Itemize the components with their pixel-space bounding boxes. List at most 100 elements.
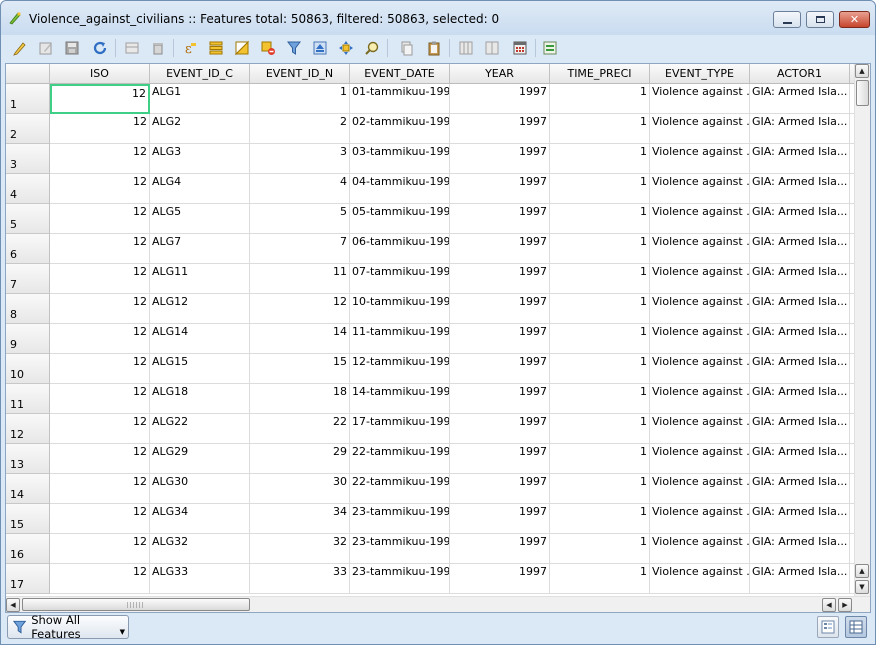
- cell-year[interactable]: 1997: [450, 114, 550, 144]
- cell-event-type[interactable]: Violence against ...: [650, 504, 750, 534]
- cell-iso[interactable]: 12: [50, 564, 150, 594]
- select-by-expression-button[interactable]: ε: [179, 37, 201, 59]
- cell-event-date[interactable]: 10-tammikuu-1997: [350, 294, 450, 324]
- cell-event-id-c[interactable]: ALG14: [150, 324, 250, 354]
- table-row[interactable]: 17 12 ALG33 33 23-tammikuu-1997 1997 1 Violence…: [6, 564, 854, 594]
- cell-event-type[interactable]: Violence against ...: [650, 294, 750, 324]
- cell-year[interactable]: 1997: [450, 174, 550, 204]
- cell-event-id-n[interactable]: 2: [250, 114, 350, 144]
- cell-event-type[interactable]: Violence against ...: [650, 534, 750, 564]
- cell-event-type[interactable]: Violence against ...: [650, 114, 750, 144]
- scroll-up-button-lower[interactable]: ▲: [855, 564, 869, 578]
- cell-event-id-n[interactable]: 12: [250, 294, 350, 324]
- cell-time-preci[interactable]: 1: [550, 114, 650, 144]
- table-corner-button[interactable]: [6, 64, 50, 84]
- delete-selected-button[interactable]: [147, 37, 169, 59]
- table-row[interactable]: 5 12 ALG5 5 05-tammikuu-1997 1997 1 Violence ag…: [6, 204, 854, 234]
- cell-time-preci[interactable]: 1: [550, 324, 650, 354]
- table-row[interactable]: 12 12 ALG22 22 17-tammikuu-1997 1997 1 Violence…: [6, 414, 854, 444]
- cell-time-preci[interactable]: 1: [550, 294, 650, 324]
- cell-actor1[interactable]: GIA: Armed Isla...: [750, 114, 850, 144]
- cell-event-type[interactable]: Violence against ...: [650, 384, 750, 414]
- cell-iso[interactable]: 12: [50, 264, 150, 294]
- cell-year[interactable]: 1997: [450, 234, 550, 264]
- deselect-all-button[interactable]: [257, 37, 279, 59]
- cell-event-id-n[interactable]: 3: [250, 144, 350, 174]
- cell-event-type[interactable]: Violence against ...: [650, 414, 750, 444]
- cell-time-preci[interactable]: 1: [550, 144, 650, 174]
- cell-year[interactable]: 1997: [450, 204, 550, 234]
- scroll-left-button-right[interactable]: ◀: [822, 598, 836, 612]
- cell-event-date[interactable]: 05-tammikuu-1997: [350, 204, 450, 234]
- cell-event-date[interactable]: 14-tammikuu-1997: [350, 384, 450, 414]
- cell-event-id-n[interactable]: 1: [250, 84, 350, 114]
- close-button[interactable]: ✕: [839, 11, 870, 28]
- row-header[interactable]: 4: [6, 174, 50, 204]
- cell-time-preci[interactable]: 1: [550, 234, 650, 264]
- column-header-event-type[interactable]: EVENT_TYPE: [650, 64, 750, 84]
- cell-actor1[interactable]: GIA: Armed Isla...: [750, 144, 850, 174]
- cell-event-date[interactable]: 12-tammikuu-1997: [350, 354, 450, 384]
- toggle-editing-button[interactable]: [9, 37, 31, 59]
- vertical-scroll-thumb[interactable]: [856, 80, 869, 106]
- column-header-time-preci[interactable]: TIME_PRECI: [550, 64, 650, 84]
- cell-event-type[interactable]: Violence against ...: [650, 564, 750, 594]
- copy-rows-button[interactable]: [395, 37, 417, 59]
- cell-event-id-c[interactable]: ALG4: [150, 174, 250, 204]
- cell-event-id-c[interactable]: ALG15: [150, 354, 250, 384]
- cell-iso[interactable]: 12: [50, 114, 150, 144]
- cell-event-date[interactable]: 03-tammikuu-1997: [350, 144, 450, 174]
- cell-actor1[interactable]: GIA: Armed Isla...: [750, 204, 850, 234]
- cell-event-date[interactable]: 22-tammikuu-1997: [350, 474, 450, 504]
- cell-actor1[interactable]: GIA: Armed Isla...: [750, 504, 850, 534]
- cell-time-preci[interactable]: 1: [550, 204, 650, 234]
- save-edits-button[interactable]: [61, 37, 83, 59]
- multi-edit-button[interactable]: [35, 37, 57, 59]
- cell-iso[interactable]: 12: [50, 504, 150, 534]
- delete-field-button[interactable]: [481, 37, 503, 59]
- table-row[interactable]: 16 12 ALG32 32 23-tammikuu-1997 1997 1 Violence…: [6, 534, 854, 564]
- cell-event-type[interactable]: Violence against ...: [650, 84, 750, 114]
- cell-event-id-c[interactable]: ALG5: [150, 204, 250, 234]
- field-calculator-button[interactable]: [509, 37, 531, 59]
- column-header-event-id-c[interactable]: EVENT_ID_C: [150, 64, 250, 84]
- zoom-to-selection-button[interactable]: [361, 37, 383, 59]
- cell-event-id-c[interactable]: ALG3: [150, 144, 250, 174]
- pan-to-selection-button[interactable]: [335, 37, 357, 59]
- cell-time-preci[interactable]: 1: [550, 264, 650, 294]
- cell-actor1[interactable]: GIA: Armed Isla...: [750, 234, 850, 264]
- cell-time-preci[interactable]: 1: [550, 354, 650, 384]
- vertical-scrollbar[interactable]: ▲ ▲ ▼: [854, 64, 870, 596]
- column-header-year[interactable]: YEAR: [450, 64, 550, 84]
- scroll-up-button[interactable]: ▲: [855, 64, 869, 78]
- cell-event-type[interactable]: Violence against ...: [650, 174, 750, 204]
- paste-features-button[interactable]: [423, 37, 445, 59]
- column-header-event-id-n[interactable]: EVENT_ID_N: [250, 64, 350, 84]
- new-field-button[interactable]: [455, 37, 477, 59]
- cell-event-id-c[interactable]: ALG29: [150, 444, 250, 474]
- cell-event-id-n[interactable]: 33: [250, 564, 350, 594]
- cell-year[interactable]: 1997: [450, 504, 550, 534]
- row-header[interactable]: 14: [6, 474, 50, 504]
- scroll-right-button[interactable]: ▶: [838, 598, 852, 612]
- row-header[interactable]: 5: [6, 204, 50, 234]
- cell-year[interactable]: 1997: [450, 444, 550, 474]
- cell-event-id-n[interactable]: 32: [250, 534, 350, 564]
- invert-selection-button[interactable]: [231, 37, 253, 59]
- row-header[interactable]: 12: [6, 414, 50, 444]
- cell-actor1[interactable]: GIA: Armed Isla...: [750, 414, 850, 444]
- cell-iso[interactable]: 12: [50, 294, 150, 324]
- cell-event-type[interactable]: Violence against ...: [650, 204, 750, 234]
- cell-event-type[interactable]: Violence against ...: [650, 354, 750, 384]
- cell-event-id-n[interactable]: 5: [250, 204, 350, 234]
- cell-iso[interactable]: 12: [50, 144, 150, 174]
- table-view-button[interactable]: [845, 616, 867, 638]
- cell-actor1[interactable]: GIA: Armed Isla...: [750, 534, 850, 564]
- cell-iso[interactable]: 12: [50, 174, 150, 204]
- cell-event-id-n[interactable]: 29: [250, 444, 350, 474]
- scroll-down-button[interactable]: ▼: [855, 580, 869, 594]
- cell-iso[interactable]: 12: [50, 234, 150, 264]
- row-header[interactable]: 11: [6, 384, 50, 414]
- row-header[interactable]: 16: [6, 534, 50, 564]
- cell-event-id-n[interactable]: 14: [250, 324, 350, 354]
